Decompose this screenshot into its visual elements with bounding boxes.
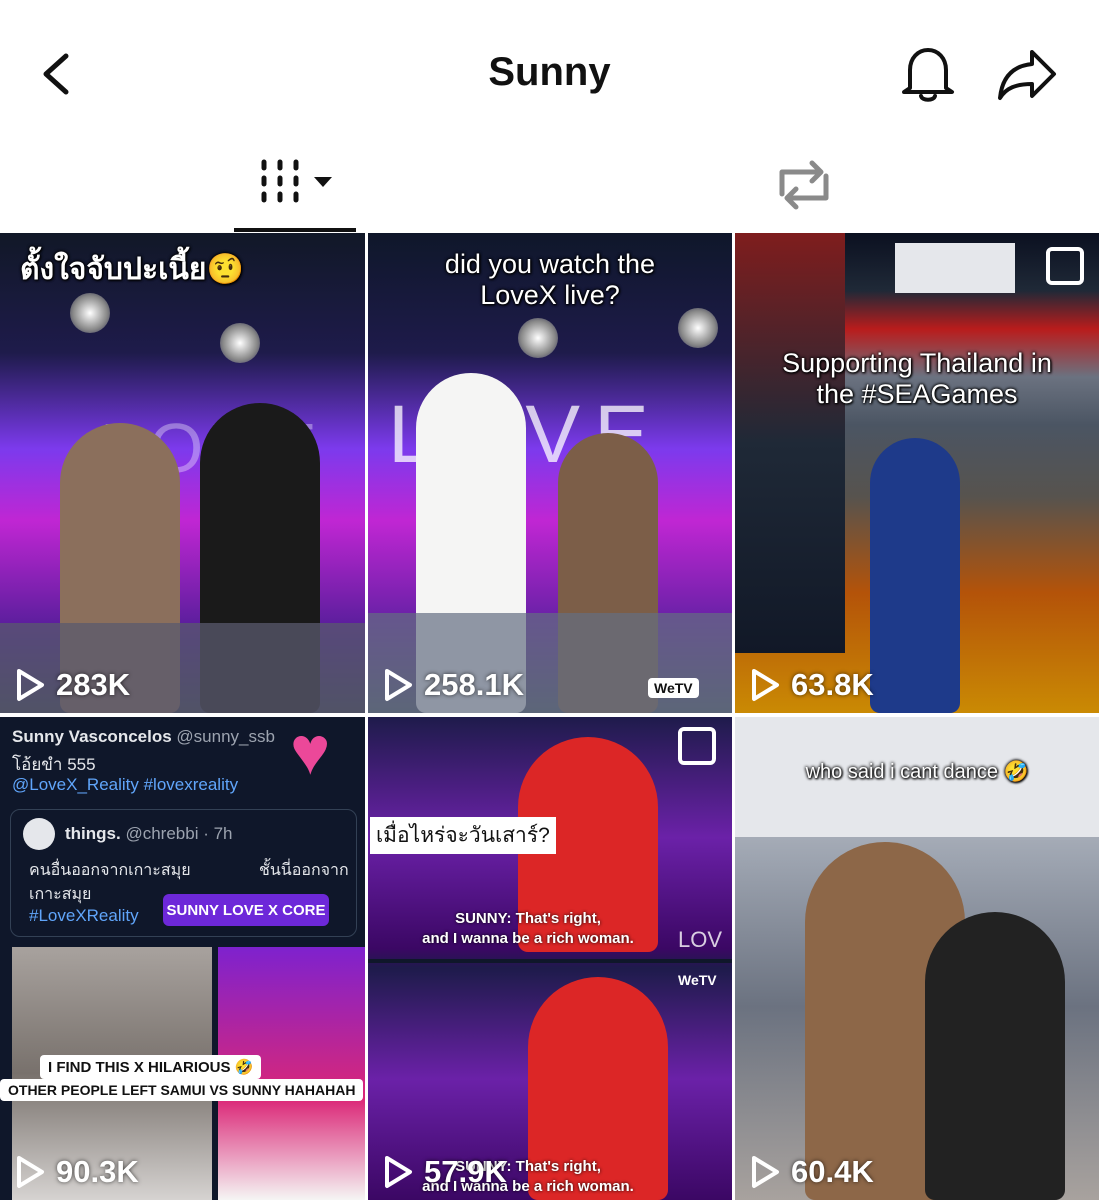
video-tile[interactable]: Supporting Thailand in the #SEAGames 63.… <box>735 233 1099 713</box>
wetv-badge: WeTV <box>678 972 717 988</box>
video-tile[interactable]: who said i cant dance 🤣 60.4K <box>735 717 1099 1200</box>
subtitle: and I wanna be a rich woman. <box>422 930 634 947</box>
video-caption: เมื่อไหร่จะวันเสาร์? <box>370 817 556 854</box>
multi-photo-icon <box>678 727 716 765</box>
active-tab-indicator <box>234 228 356 232</box>
view-count: 258.1K <box>382 667 524 703</box>
tweet-tags: @LoveX_Reality #lovexreality <box>12 775 239 794</box>
quoted-tag: #LoveXReality <box>29 906 139 925</box>
heart-sticker-icon: ♥ <box>290 717 331 789</box>
avatar <box>23 818 55 850</box>
repost-icon <box>779 160 829 210</box>
profile-tabs <box>0 150 1099 234</box>
tweet-author: Sunny Vasconcelos @sunny_ssb <box>12 727 275 746</box>
quoted-author: things. @chrebbi · 7h <box>65 824 233 843</box>
share-button[interactable] <box>994 44 1060 104</box>
watermark: LOV <box>678 927 723 952</box>
frame-divider <box>368 959 732 963</box>
stadium-screen <box>895 243 1015 293</box>
studio-light <box>518 318 558 358</box>
person-figure <box>925 912 1065 1200</box>
video-caption: who said i cant dance 🤣 <box>805 761 1029 783</box>
view-count: 90.3K <box>14 1154 139 1190</box>
person-figure <box>870 438 960 713</box>
caret-down-icon <box>314 177 332 187</box>
quoted-text: เกาะสมุย <box>29 886 92 903</box>
view-count: 63.8K <box>749 667 874 703</box>
meme-caption: I FIND THIS X HILARIOUS 🤣 <box>40 1055 262 1079</box>
tab-videos[interactable] <box>234 150 356 232</box>
subtitle: SUNNY: That's right, <box>455 910 601 927</box>
view-count: 57.9K <box>382 1154 507 1190</box>
play-icon <box>385 1156 412 1188</box>
video-grid: LOVE ตั้งใจจับปะเนี้ย🤨 283K LOVE WeTV di… <box>0 233 1099 1200</box>
quoted-text: คนอื่นออกจากเกาะสมุย <box>29 862 191 879</box>
video-tile[interactable]: WeTV LOV เมื่อไหร่จะวันเสาร์? SUNNY: Tha… <box>368 717 732 1200</box>
video-tile[interactable]: LOVE WeTV did you watch the LoveX live? … <box>368 233 732 713</box>
video-caption: Supporting Thailand in the #SEAGames <box>782 348 1052 410</box>
play-icon <box>385 669 412 701</box>
video-tile[interactable]: Sunny Vasconcelos @sunny_ssb โอ้ยขำ 555 … <box>0 717 365 1200</box>
studio-light <box>70 293 110 333</box>
tab-reposts[interactable] <box>764 150 844 232</box>
video-caption: ตั้งใจจับปะเนี้ย🤨 <box>20 253 244 286</box>
play-icon <box>17 669 44 701</box>
notification-button[interactable] <box>896 40 960 106</box>
video-tile[interactable]: LOVE ตั้งใจจับปะเนี้ย🤨 283K <box>0 233 365 713</box>
play-icon <box>752 669 779 701</box>
meme-caption: OTHER PEOPLE LEFT SAMUI VS SUNNY HAHAHAH <box>0 1079 364 1101</box>
quoted-tweet: things. @chrebbi · 7h คนอื่นออกจากเกาะสม… <box>10 809 357 937</box>
quoted-text: ชั้นนี่ออกจาก <box>259 862 349 879</box>
studio-light <box>678 308 718 348</box>
view-count: 283K <box>14 667 130 703</box>
top-bar: Sunny <box>0 0 1099 150</box>
flag <box>735 233 845 653</box>
tweet-text: โอ้ยขำ 555 <box>12 755 96 774</box>
multi-photo-icon <box>1046 247 1084 285</box>
play-icon <box>17 1156 44 1188</box>
sunny-love-x-core-banner: SUNNY LOVE X CORE <box>163 894 329 926</box>
share-arrow-icon <box>998 50 1056 100</box>
play-icon <box>752 1156 779 1188</box>
bell-icon <box>902 48 954 102</box>
view-count: 60.4K <box>749 1154 874 1190</box>
studio-light <box>220 323 260 363</box>
grid-columns-icon <box>261 159 332 203</box>
video-caption: did you watch the LoveX live? <box>444 249 656 311</box>
wetv-badge: WeTV <box>648 678 699 698</box>
